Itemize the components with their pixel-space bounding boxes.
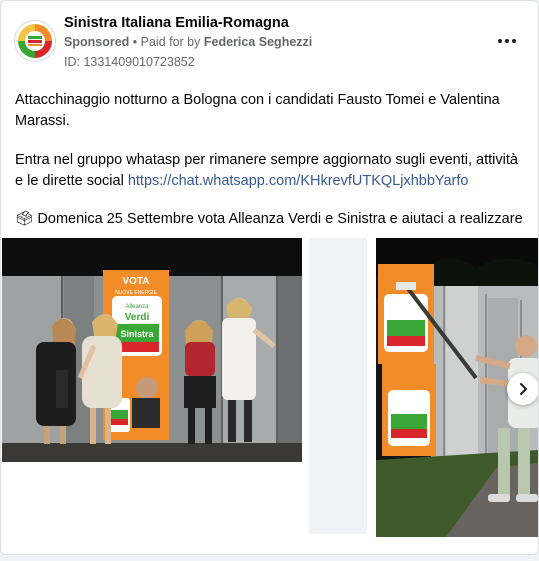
carousel-spacer (309, 238, 367, 534)
media-carousel: VOTA NUOVE ENERGIE Alleanza Verdi Sinist… (1, 238, 538, 538)
carousel-next-button[interactable] (507, 373, 538, 405)
poster-brand-bot: Sinistra (120, 329, 154, 339)
post-paragraph-3[interactable]: 🗳 Domenica 25 Settembre vota Alleanza Ve… (15, 209, 527, 230)
whatsapp-link[interactable]: https://chat.whatsapp.com/KHkrevfUTKQLjx… (128, 173, 469, 189)
poster-brand-mid: Verdi (125, 312, 150, 323)
ad-id: ID: 1331409010723852 (64, 55, 195, 69)
post-header: Sinistra Italiana Emilia-Romagna Sponsor… (1, 1, 538, 81)
paid-for-label: • Paid for by (132, 35, 201, 49)
sponsored-meta: Sponsored • Paid for by Federica Seghezz… (64, 35, 312, 49)
more-options-button[interactable] (493, 29, 521, 53)
more-options-icon-dot (512, 39, 516, 43)
payer-name[interactable]: Federica Seghezzi (204, 35, 312, 49)
post-paragraph-1: Attacchinaggio notturno a Bologna con i … (15, 92, 500, 129)
night-postering-photo: VOTA NUOVE ENERGIE Alleanza Verdi Sinist… (2, 238, 302, 462)
page-avatar[interactable] (14, 20, 56, 62)
poster-vota-text: VOTA (122, 276, 149, 287)
sponsored-label: Sponsored (64, 35, 130, 49)
post-paragraph-2: Entra nel gruppo whatasp per rimanere se… (15, 150, 527, 192)
more-options-icon (498, 39, 502, 43)
more-options-icon-dot (505, 39, 509, 43)
page-logo-icon (16, 22, 54, 60)
poster-nuove-text: NUOVE ENERGIE (115, 290, 157, 296)
page-name-link[interactable]: Sinistra Italiana Emilia-Romagna (64, 15, 289, 31)
carousel-photo-1[interactable]: VOTA NUOVE ENERGIE Alleanza Verdi Sinist… (2, 238, 302, 462)
chevron-right-icon (520, 383, 527, 395)
poster-brand-top: Alleanza (125, 304, 149, 310)
sponsored-post-card: Sinistra Italiana Emilia-Romagna Sponsor… (0, 0, 539, 555)
